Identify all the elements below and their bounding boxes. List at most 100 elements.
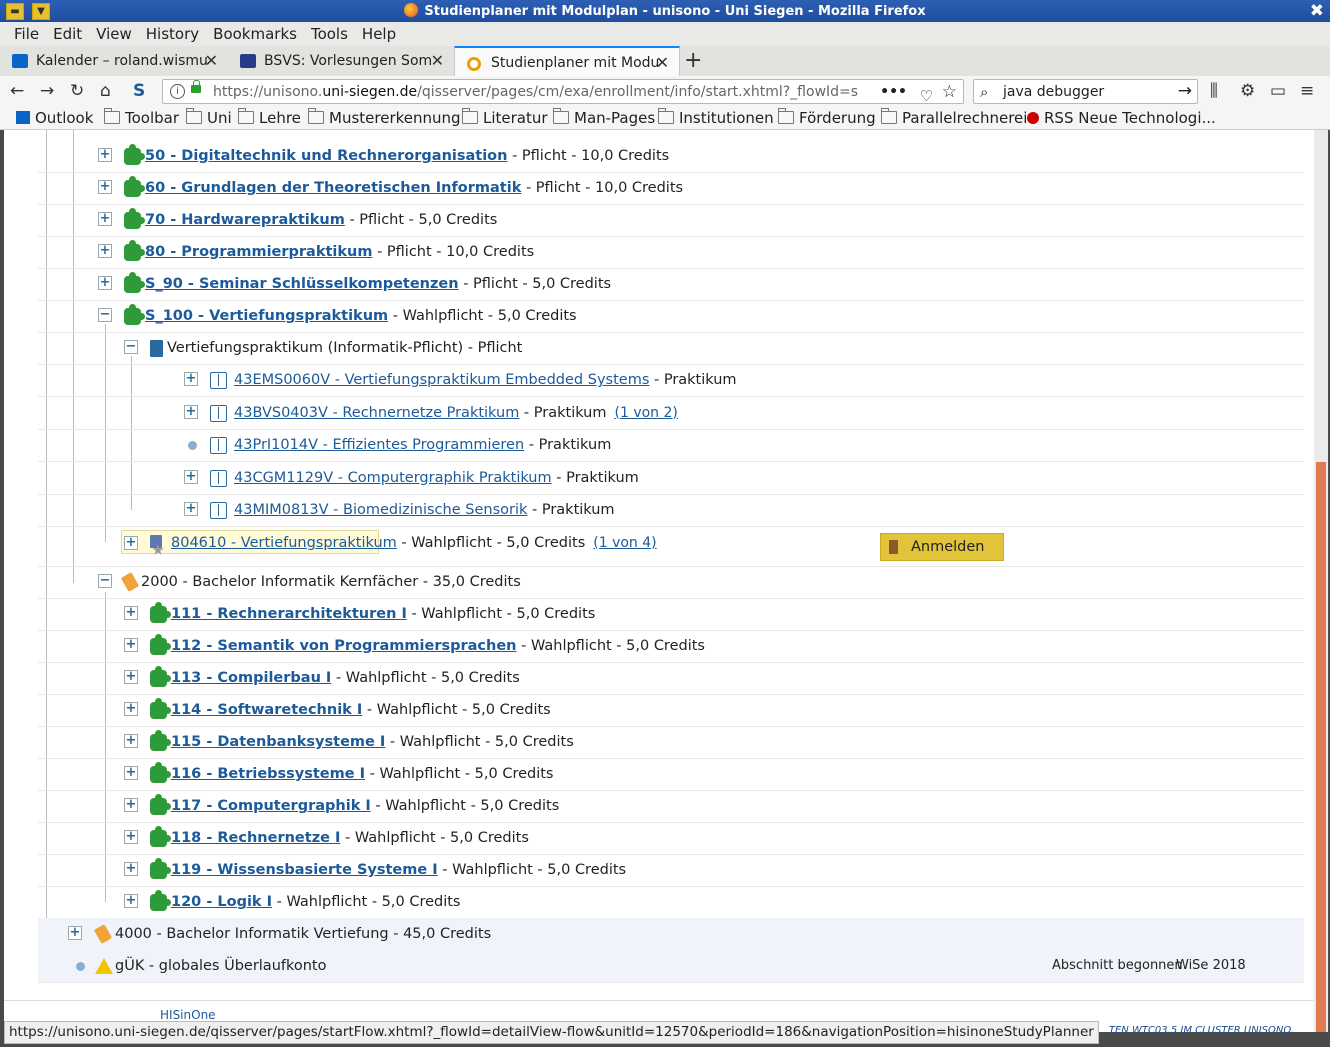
row-label: 70 - Hardwarepraktikum - Pflicht - 5,0 C… xyxy=(145,204,497,236)
module-link[interactable]: 43PrI1014V - Effizientes Programmieren xyxy=(234,437,524,453)
expand-toggle[interactable]: + xyxy=(124,766,138,780)
expand-toggle[interactable]: + xyxy=(124,798,138,812)
search-go-icon[interactable]: → xyxy=(1178,79,1192,104)
bookmark-toolbar[interactable]: Toolbar xyxy=(104,108,179,127)
module-link[interactable]: S_100 - Vertiefungspraktikum xyxy=(145,308,388,324)
module-puzzle-icon xyxy=(150,666,171,687)
expand-toggle[interactable]: + xyxy=(98,148,112,162)
bookmark-institutionen[interactable]: Institutionen xyxy=(658,108,774,127)
count-link[interactable]: (1 von 4) xyxy=(593,535,656,551)
module-link[interactable]: 50 - Digitaltechnik und Rechnerorganisat… xyxy=(145,148,507,164)
module-link[interactable]: 43CGM1129V - Computergraphik Praktikum xyxy=(234,470,552,486)
expand-toggle[interactable]: + xyxy=(184,372,198,386)
module-link[interactable]: 112 - Semantik von Programmiersprachen xyxy=(171,638,517,654)
menu-file[interactable]: File xyxy=(7,22,46,43)
module-link[interactable]: 116 - Betriebssysteme I xyxy=(171,766,365,782)
expand-toggle[interactable]: + xyxy=(184,469,198,484)
row-detail: - Wahlpflicht - 5,0 Credits xyxy=(406,606,596,622)
menu-tools[interactable]: Tools xyxy=(304,22,355,43)
bookmark-mustererkennung[interactable]: Mustererkennung xyxy=(308,108,461,127)
new-tab-icon[interactable]: + xyxy=(684,48,702,73)
hamburger-menu-icon[interactable]: ≡ xyxy=(1300,81,1314,101)
count-link[interactable]: (1 von 2) xyxy=(615,405,678,421)
window-close-button[interactable]: ✖ xyxy=(1310,1,1324,21)
pocket-icon[interactable]: ♡ xyxy=(920,84,933,109)
s-addon-icon[interactable]: S xyxy=(133,81,145,101)
module-link[interactable]: 60 - Grundlagen der Theoretischen Inform… xyxy=(145,180,521,196)
expand-toggle[interactable]: + xyxy=(184,502,198,516)
expand-toggle[interactable]: + xyxy=(124,670,138,684)
expand-toggle[interactable]: + xyxy=(124,830,138,844)
sidebar-icon[interactable]: ▭ xyxy=(1270,81,1286,101)
library-icon[interactable]: ⫼ xyxy=(1210,81,1218,101)
exam-link[interactable]: 804610 - Vertiefungspraktikum xyxy=(171,535,397,551)
url-bar[interactable]: i https://unisono.uni-siegen.de/qisserve… xyxy=(162,79,964,105)
info-icon[interactable]: i xyxy=(170,84,185,99)
expand-toggle[interactable]: + xyxy=(98,276,112,290)
menu-edit[interactable]: Edit xyxy=(46,22,89,43)
search-input[interactable]: java debugger xyxy=(1003,80,1104,105)
bookmark-literatur[interactable]: Literatur xyxy=(462,108,548,127)
scrollbar[interactable] xyxy=(1314,130,1328,1032)
home-icon[interactable]: ⌂ xyxy=(100,81,111,101)
tab-close-icon[interactable]: ✕ xyxy=(431,46,444,76)
back-icon[interactable]: ← xyxy=(10,81,24,101)
module-link[interactable]: 80 - Programmierpraktikum xyxy=(145,244,372,260)
module-link[interactable]: 113 - Compilerbau I xyxy=(171,670,331,686)
module-link[interactable]: 70 - Hardwarepraktikum xyxy=(145,212,345,228)
expand-toggle[interactable]: + xyxy=(124,702,138,716)
module-link[interactable]: S_90 - Seminar Schlüsselkompetenzen xyxy=(145,276,459,292)
tab-close-icon[interactable]: ✕ xyxy=(656,48,669,76)
tab-studienplaner[interactable]: Studienplaner mit Modu ✕ xyxy=(454,46,680,76)
expand-toggle[interactable]: + xyxy=(98,180,112,194)
expand-toggle[interactable]: + xyxy=(124,638,138,652)
module-link[interactable]: 43BVS0403V - Rechnernetze Praktikum xyxy=(234,405,519,421)
bookmark-rss[interactable]: RSS Neue Technologi... xyxy=(1027,109,1216,127)
bookmark-star-icon[interactable]: ☆ xyxy=(942,80,957,105)
forward-icon[interactable]: → xyxy=(40,81,54,101)
tab-close-icon[interactable]: ✕ xyxy=(205,46,218,76)
menu-view[interactable]: View xyxy=(89,22,139,43)
expand-toggle[interactable]: + xyxy=(184,404,198,419)
bookmark-parallelrechnerei[interactable]: Parallelrechnerei xyxy=(881,108,1027,127)
module-link[interactable]: 43MIM0813V - Biomedizinische Sensorik xyxy=(234,502,527,518)
tab-kalender[interactable]: Kalender – roland.wismu ✕ xyxy=(0,46,228,76)
bookmark-lehre[interactable]: Lehre xyxy=(238,108,301,127)
expand-toggle[interactable]: + xyxy=(124,606,138,620)
bookmark-man-pages[interactable]: Man-Pages xyxy=(553,108,655,127)
module-link[interactable]: 111 - Rechnerarchitekturen I xyxy=(171,606,407,622)
collapse-toggle[interactable]: − xyxy=(124,340,138,354)
menu-help[interactable]: Help xyxy=(355,22,403,43)
expand-toggle[interactable]: + xyxy=(98,212,112,226)
tab-bsvs[interactable]: BSVS: Vorlesungen Som ✕ xyxy=(228,46,454,76)
module-link[interactable]: 115 - Datenbanksysteme I xyxy=(171,734,385,750)
expand-toggle[interactable]: − xyxy=(98,308,112,322)
expand-toggle[interactable]: + xyxy=(124,862,138,876)
bookmark-foerderung[interactable]: Förderung xyxy=(778,108,876,127)
anmelden-button[interactable]: Anmelden xyxy=(880,533,1004,561)
module-puzzle-icon xyxy=(150,794,171,815)
module-link[interactable]: 120 - Logik I xyxy=(171,894,272,910)
expand-toggle[interactable]: + xyxy=(124,536,138,550)
gear-icon[interactable]: ⚙ xyxy=(1240,81,1255,101)
module-puzzle-icon xyxy=(150,602,171,623)
collapse-toggle[interactable]: − xyxy=(98,574,112,588)
module-link[interactable]: 43EMS0060V - Vertiefungspraktikum Embedd… xyxy=(234,372,649,388)
expand-toggle[interactable]: + xyxy=(124,894,138,908)
module-link[interactable]: 117 - Computergraphik I xyxy=(171,798,371,814)
reload-icon[interactable]: ↻ xyxy=(70,81,84,101)
menu-bookmarks[interactable]: Bookmarks xyxy=(206,22,304,43)
search-box[interactable]: ⌕ java debugger → xyxy=(973,79,1198,104)
expand-toggle[interactable]: + xyxy=(124,734,138,748)
table-row: +70 - Hardwarepraktikum - Pflicht - 5,0 … xyxy=(38,204,1304,237)
menu-history[interactable]: History xyxy=(139,22,206,43)
module-link[interactable]: 118 - Rechnernetze I xyxy=(171,830,340,846)
bookmark-outlook[interactable]: Outlook xyxy=(16,109,93,127)
expand-toggle[interactable]: + xyxy=(68,926,82,940)
module-link[interactable]: 119 - Wissensbasierte Systeme I xyxy=(171,862,438,878)
module-link[interactable]: 114 - Softwaretechnik I xyxy=(171,702,362,718)
expand-toggle[interactable]: + xyxy=(98,244,112,258)
bookmark-uni[interactable]: Uni xyxy=(186,108,232,127)
page-actions-icon[interactable]: ••• xyxy=(880,80,907,105)
scrollbar-thumb[interactable] xyxy=(1316,462,1326,1032)
